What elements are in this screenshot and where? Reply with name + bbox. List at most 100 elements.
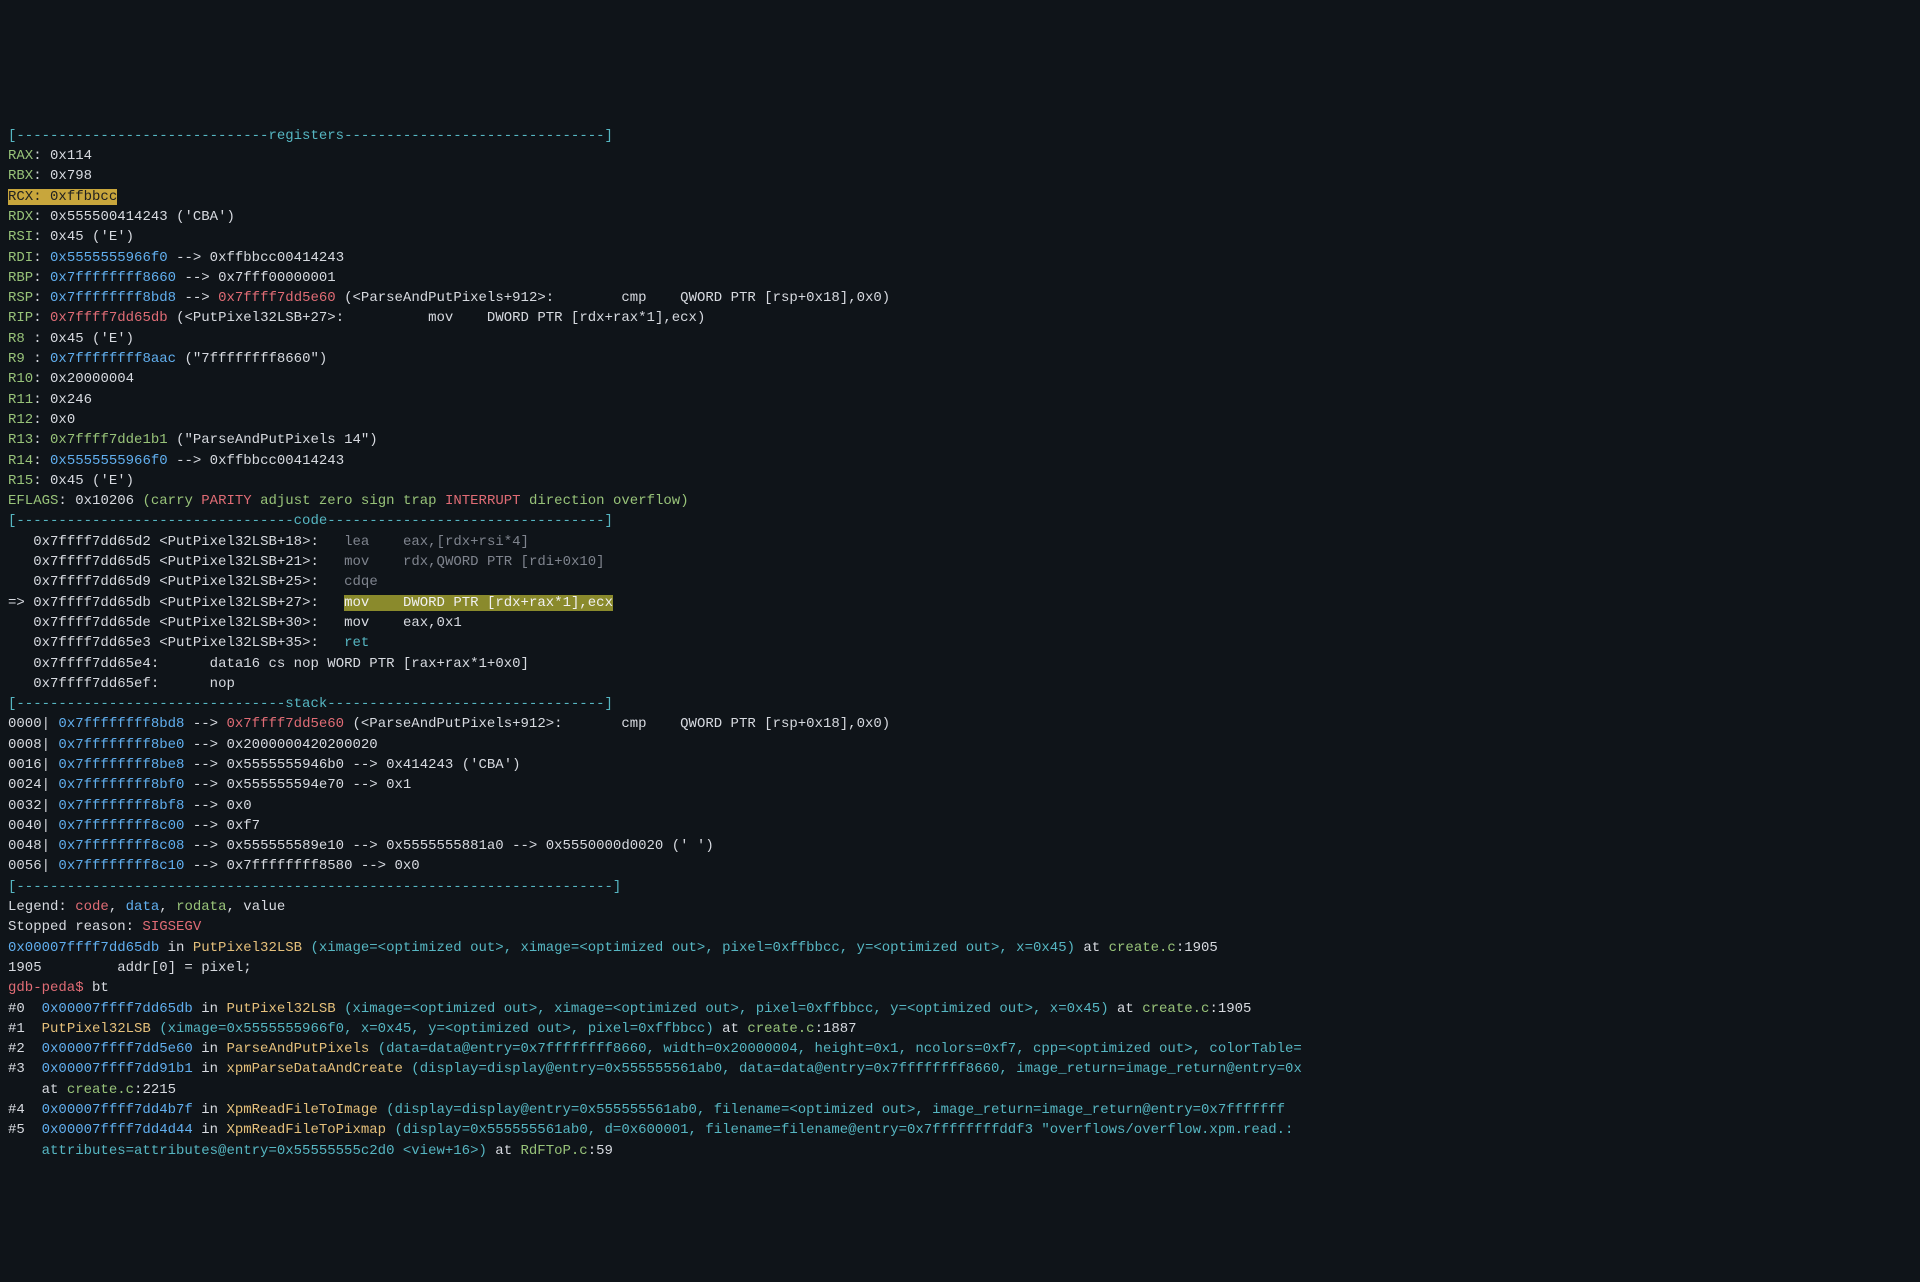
gdb-prompt: gdb-peda$: [8, 980, 92, 996]
reg-label: RBP: [8, 270, 33, 286]
current-code-marker: =>: [8, 595, 33, 611]
reg-label: RIP: [8, 310, 33, 326]
stack-offset: 0016|: [8, 757, 50, 773]
reg-label: R13: [8, 432, 33, 448]
reg-value: 0x246: [50, 392, 92, 408]
section-title-code: code: [294, 513, 328, 529]
reg-value: 0x798: [50, 168, 92, 184]
section-rule: [------------------------------: [8, 128, 268, 144]
gdb-command[interactable]: bt: [92, 980, 109, 996]
bt-frame-num: #1: [8, 1021, 42, 1037]
stack-addr: 0x7ffffffff8bf0: [58, 777, 184, 793]
reg-value: 0x0: [50, 412, 75, 428]
reg-value: 0x555500414243: [50, 209, 168, 225]
fault-file: create.c: [1109, 940, 1176, 956]
eflags-label: EFLAGS: [8, 493, 58, 509]
reg-note: ('CBA'): [176, 209, 235, 225]
reg-label: R9: [8, 351, 33, 367]
bt-frame-num: #4: [8, 1102, 42, 1118]
stack-addr: 0x7ffffffff8bd8: [58, 716, 184, 732]
reg-label: RBX: [8, 168, 33, 184]
reg-label-highlight: RCX:: [8, 189, 50, 205]
code-addr: 0x7ffff7dd65e4:: [33, 656, 159, 672]
eflags-value: 0x10206: [75, 493, 134, 509]
code-addr: 0x7ffff7dd65de: [33, 615, 151, 631]
bt-frame-num: #0: [8, 1001, 42, 1017]
section-rule: [---------------------------------------…: [8, 879, 621, 895]
reg-label: R12: [8, 412, 33, 428]
reg-value: 0x114: [50, 148, 92, 164]
reg-label: RDI: [8, 250, 33, 266]
reg-value: 0x7ffffffff8bd8: [50, 290, 176, 306]
reg-label: RDX: [8, 209, 33, 225]
current-instruction: mov: [344, 595, 369, 611]
reg-value: 0x5555555966f0: [50, 250, 168, 266]
stopped-reason: SIGSEGV: [142, 919, 201, 935]
src-line-num: 1905: [8, 960, 42, 976]
bt-frame-num: #2: [8, 1041, 42, 1057]
reg-value: 0x45: [50, 229, 84, 245]
code-addr: 0x7ffff7dd65db: [33, 595, 151, 611]
fault-fn: PutPixel32LSB: [193, 940, 311, 956]
reg-value: 0x20000004: [50, 371, 134, 387]
legend-prefix: Legend:: [8, 899, 75, 915]
reg-arrow: --> 0xffbbcc00414243: [176, 250, 344, 266]
reg-value: 0x7ffffffff8660: [50, 270, 176, 286]
reg-label: RAX: [8, 148, 33, 164]
code-addr: 0x7ffff7dd65d2: [33, 534, 151, 550]
stack-offset: 0056|: [8, 858, 50, 874]
reg-value: 0x7ffff7dde1b1: [50, 432, 168, 448]
code-addr: 0x7ffff7dd65ef:: [33, 676, 159, 692]
stack-addr: 0x7ffffffff8c00: [58, 818, 184, 834]
terminal-output: [------------------------------registers…: [0, 101, 1920, 1164]
reg-label: R15: [8, 473, 33, 489]
reg-detail: (<PutPixel32LSB+27>: mov DWORD PTR [rdx+…: [176, 310, 705, 326]
reg-arrow: --> 0x7fff00000001: [184, 270, 335, 286]
section-rule: [---------------------------------: [8, 513, 294, 529]
reg-value: 0x7ffffffff8aac: [50, 351, 176, 367]
stack-offset: 0032|: [8, 798, 50, 814]
stack-offset: 0000|: [8, 716, 50, 732]
reg-value: 0x45: [50, 331, 84, 347]
stack-offset: 0040|: [8, 818, 50, 834]
fault-addr: 0x00007ffff7dd65db: [8, 940, 159, 956]
section-rule: [--------------------------------: [8, 696, 285, 712]
bt-frame-num: #5: [8, 1122, 42, 1138]
reg-note: ('E'): [92, 229, 134, 245]
src-line-code: addr[0] = pixel;: [42, 960, 252, 976]
reg-value-highlight: 0xffbbcc: [50, 189, 117, 205]
reg-label: RSP: [8, 290, 33, 306]
reg-label: RSI: [8, 229, 33, 245]
code-addr: 0x7ffff7dd65d5: [33, 554, 151, 570]
reg-value: 0x5555555966f0: [50, 453, 168, 469]
reg-note: ('E'): [92, 331, 134, 347]
reg-value: 0x7ffff7dd65db: [50, 310, 168, 326]
stack-addr: 0x7ffffffff8bf8: [58, 798, 184, 814]
reg-detail: ("7ffffffff8660"): [184, 351, 327, 367]
code-addr: 0x7ffff7dd65d9: [33, 574, 151, 590]
reg-label: R11: [8, 392, 33, 408]
section-rule: ---------------------------------]: [327, 696, 613, 712]
stopped-label: Stopped reason:: [8, 919, 142, 935]
reg-detail: (<ParseAndPutPixels+912>: cmp QWORD PTR …: [344, 290, 890, 306]
stack-offset: 0024|: [8, 777, 50, 793]
bt-frame-num: #3: [8, 1061, 42, 1077]
section-rule: ---------------------------------]: [327, 513, 613, 529]
reg-detail: ("ParseAndPutPixels 14"): [176, 432, 378, 448]
stack-offset: 0008|: [8, 737, 50, 753]
reg-target: 0x7ffff7dd5e60: [218, 290, 336, 306]
stack-addr: 0x7ffffffff8c10: [58, 858, 184, 874]
stack-addr: 0x7ffffffff8be8: [58, 757, 184, 773]
reg-arrow: -->: [184, 290, 218, 306]
stack-addr: 0x7ffffffff8be0: [58, 737, 184, 753]
section-title-registers: registers: [268, 128, 344, 144]
stack-offset: 0048|: [8, 838, 50, 854]
reg-arrow: --> 0xffbbcc00414243: [176, 453, 344, 469]
reg-value: 0x45: [50, 473, 84, 489]
reg-label: R10: [8, 371, 33, 387]
stack-addr: 0x7ffffffff8c08: [58, 838, 184, 854]
code-addr: 0x7ffff7dd65e3: [33, 635, 151, 651]
section-rule: -------------------------------]: [344, 128, 613, 144]
reg-note: ('E'): [92, 473, 134, 489]
reg-label: R8: [8, 331, 33, 347]
